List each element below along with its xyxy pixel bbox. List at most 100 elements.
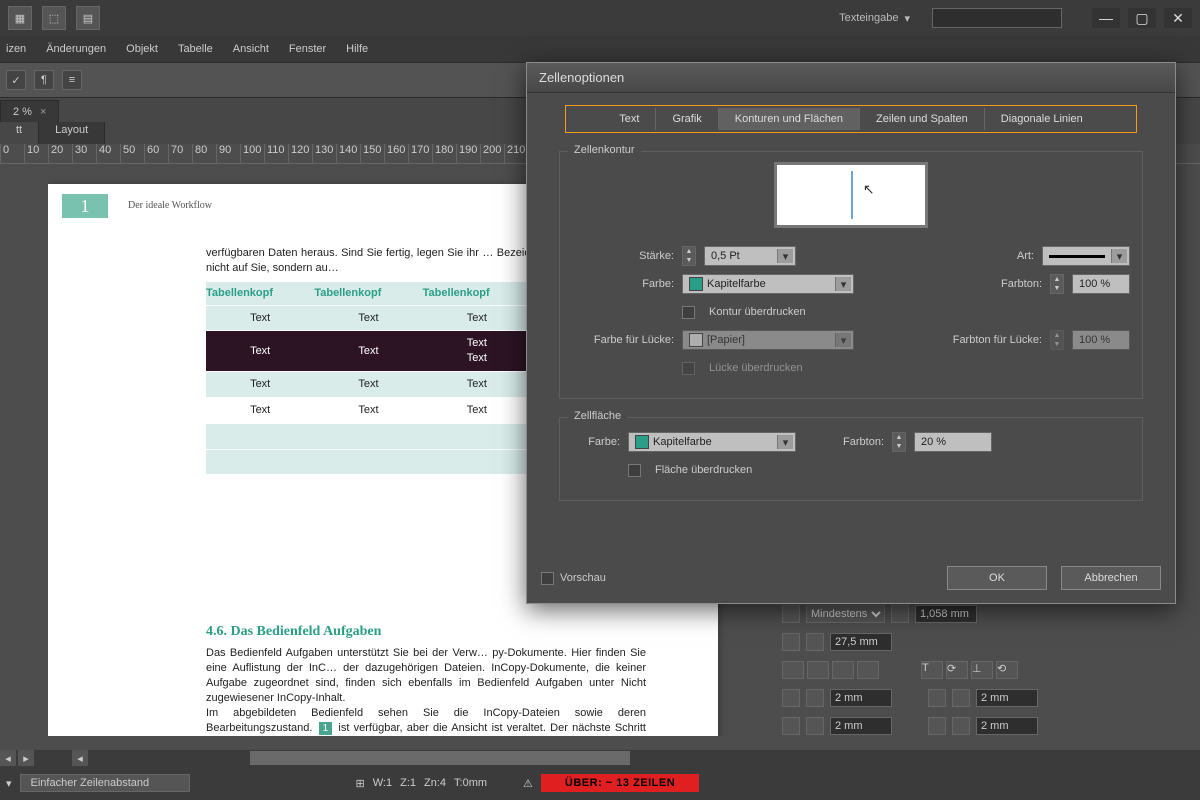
tab-grafik[interactable]: Grafik xyxy=(656,108,718,130)
chevron-down-icon: ▾ xyxy=(835,333,851,347)
scroll-left-arrow[interactable]: ◂ xyxy=(72,750,88,766)
menu-item[interactable]: Objekt xyxy=(126,43,158,55)
close-tab-icon[interactable]: × xyxy=(40,106,46,118)
tab-diagonale[interactable]: Diagonale Linien xyxy=(985,108,1099,130)
stroke-proxy-preview[interactable]: ↖ xyxy=(774,162,928,228)
app-top-toolbar: ▦ ⬚ ▤ Texteingabe ▾ — ▢ ✕ xyxy=(0,0,1200,36)
align-bottom-icon[interactable] xyxy=(832,661,854,679)
mode-tab-layout[interactable]: Layout xyxy=(39,122,105,144)
tab-text[interactable]: Text xyxy=(603,108,656,130)
overprint-fill-checkbox[interactable] xyxy=(628,464,641,477)
scroll-right-button[interactable]: ▸ xyxy=(18,750,34,766)
toolbar-btn-3[interactable]: ▤ xyxy=(76,6,100,30)
document-tab[interactable]: 2 % × xyxy=(0,100,59,122)
pilcrow-icon[interactable]: ¶ xyxy=(34,70,54,90)
ruler-tick: 170 xyxy=(408,144,432,163)
ruler-tick: 0 xyxy=(0,144,24,163)
tab-konturen[interactable]: Konturen und Flächen xyxy=(719,108,860,130)
col-width-input[interactable] xyxy=(830,633,892,651)
stepper-icon[interactable] xyxy=(952,717,970,735)
horizontal-scrollbar[interactable]: ◂ ▸ ◂ xyxy=(0,750,1200,766)
stepper-icon[interactable] xyxy=(806,689,824,707)
menu-flyout-icon[interactable]: ≡ xyxy=(62,70,82,90)
toolbar-btn-2[interactable]: ⬚ xyxy=(42,6,66,30)
chevron-down-icon: ▾ xyxy=(835,277,851,291)
gap-tint-stepper[interactable]: ▲▼ xyxy=(1050,330,1064,350)
gap-color-dropdown[interactable]: [Papier]▾ xyxy=(682,330,854,350)
stepper-icon[interactable] xyxy=(806,717,824,735)
td: Text xyxy=(206,305,314,331)
fill-tint-stepper[interactable]: ▲▼ xyxy=(892,432,906,452)
stroke-type-dropdown[interactable]: ▾ xyxy=(1042,246,1130,266)
preview-label: Vorschau xyxy=(560,572,606,584)
chevron-down-icon: ▾ xyxy=(904,12,910,25)
mode-tab[interactable]: tt xyxy=(0,122,39,144)
align-top-icon[interactable] xyxy=(782,661,804,679)
search-input[interactable] xyxy=(932,8,1062,28)
td: Text xyxy=(423,397,531,423)
overprint-gap-checkbox[interactable] xyxy=(682,362,695,375)
td: Text xyxy=(206,397,314,423)
fill-tint-label: Farbton: xyxy=(804,436,884,448)
weight-stepper[interactable]: ▲▼ xyxy=(682,246,696,266)
cancel-button[interactable]: Abbrechen xyxy=(1061,566,1161,590)
toolbar-btn-1[interactable]: ▦ xyxy=(8,6,32,30)
paragraph-style-dd[interactable]: Einfacher Zeilenabstand xyxy=(20,774,190,792)
menu-item[interactable]: izen xyxy=(6,43,26,55)
overset-indicator[interactable]: ÜBER: ~ 13 ZEILEN xyxy=(541,774,699,792)
menu-item[interactable]: Änderungen xyxy=(46,43,106,55)
stroke-tint-input[interactable]: 100 % xyxy=(1072,274,1130,294)
dialog-titlebar[interactable]: Zellenoptionen xyxy=(527,63,1175,93)
ok-button[interactable]: OK xyxy=(947,566,1047,590)
menu-item[interactable]: Hilfe xyxy=(346,43,368,55)
window-close-button[interactable]: ✕ xyxy=(1164,8,1192,28)
stepper-icon[interactable] xyxy=(952,689,970,707)
chevron-down-icon: ▾ xyxy=(1111,249,1127,263)
text-rotate-270-icon[interactable]: ⟲ xyxy=(996,661,1018,679)
fill-tint-input[interactable]: 20 % xyxy=(914,432,992,452)
align-justify-icon[interactable] xyxy=(857,661,879,679)
row-height-input[interactable] xyxy=(915,605,977,623)
window-maximize-button[interactable]: ▢ xyxy=(1128,8,1156,28)
dialog-tabs: Text Grafik Konturen und Flächen Zeilen … xyxy=(565,105,1137,133)
inset-left-input[interactable] xyxy=(976,689,1038,707)
workspace-dropdown[interactable]: Texteingabe ▾ xyxy=(839,12,910,25)
menu-item[interactable]: Ansicht xyxy=(233,43,269,55)
stroke-group: Zellenkontur ↖ Stärke: ▲▼ 0,5 Pt▾ Farbe:… xyxy=(559,151,1143,399)
stroke-tint-stepper[interactable]: ▲▼ xyxy=(1050,274,1064,294)
window-minimize-button[interactable]: — xyxy=(1092,8,1120,28)
stepper-icon[interactable] xyxy=(806,633,824,651)
align-middle-icon[interactable] xyxy=(807,661,829,679)
inset-top-input[interactable] xyxy=(830,689,892,707)
preview-checkbox[interactable] xyxy=(541,572,554,585)
swatch-icon xyxy=(635,435,649,449)
tab-zeilen[interactable]: Zeilen und Spalten xyxy=(860,108,985,130)
overprint-stroke-checkbox[interactable] xyxy=(682,306,695,319)
text-rotate-90-icon[interactable]: ⟳ xyxy=(946,661,968,679)
scroll-left-button[interactable]: ◂ xyxy=(0,750,16,766)
scrollbar-thumb[interactable] xyxy=(250,751,630,765)
gap-tint-input[interactable]: 100 % xyxy=(1072,330,1130,350)
text-rotate-180-icon[interactable]: ⊥ xyxy=(971,661,993,679)
document-tab-label: 2 % xyxy=(13,106,32,118)
inset-right-input[interactable] xyxy=(976,717,1038,735)
td: Text xyxy=(314,397,422,423)
ruler-tick: 30 xyxy=(72,144,96,163)
sample-table[interactable]: TabellenkopfTabellenkopfTabellenkopf Tex… xyxy=(206,282,531,476)
text-rotate-0-icon[interactable]: T xyxy=(921,661,943,679)
weight-dropdown[interactable]: 0,5 Pt▾ xyxy=(704,246,796,266)
row-height-mode-dd[interactable]: Mindestens xyxy=(806,605,885,623)
menu-item[interactable]: Fenster xyxy=(289,43,326,55)
inset-bottom-input[interactable] xyxy=(830,717,892,735)
inset-bottom-icon xyxy=(782,717,800,735)
status-zoom-icon[interactable]: ▾ xyxy=(6,777,12,790)
fill-color-dropdown[interactable]: Kapitelfarbe▾ xyxy=(628,432,796,452)
chapter-tab-marker: 1 xyxy=(62,194,108,218)
menu-item[interactable]: Tabelle xyxy=(178,43,213,55)
ruler-tick: 40 xyxy=(96,144,120,163)
spellcheck-icon[interactable]: ✓ xyxy=(6,70,26,90)
ruler-tick: 70 xyxy=(168,144,192,163)
stroke-color-dropdown[interactable]: Kapitelfarbe▾ xyxy=(682,274,854,294)
ruler-tick: 140 xyxy=(336,144,360,163)
stepper-icon[interactable] xyxy=(891,605,909,623)
